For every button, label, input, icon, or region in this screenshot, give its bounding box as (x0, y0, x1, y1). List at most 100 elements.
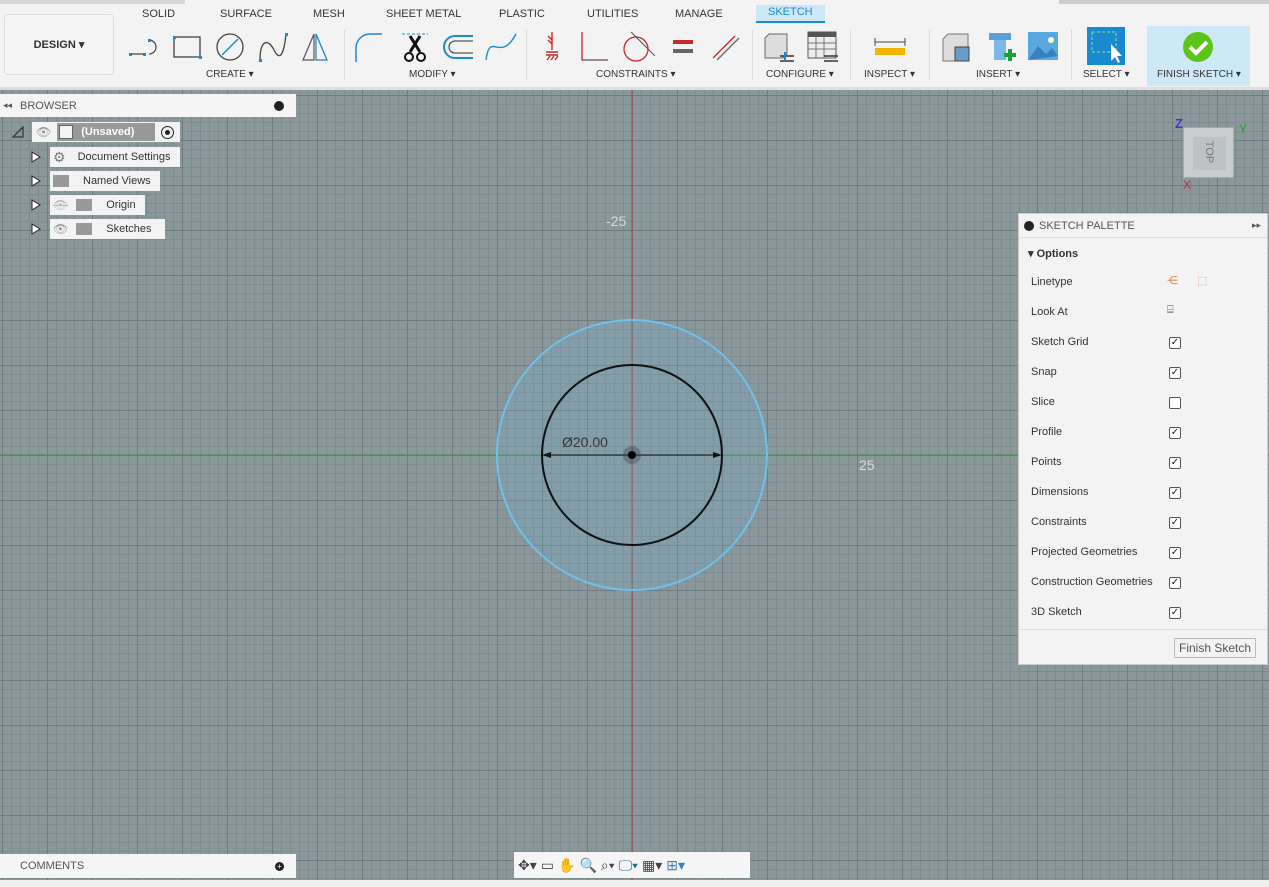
insert-mcmaster-icon[interactable] (984, 30, 1018, 64)
checkbox[interactable]: ✓ (1169, 607, 1181, 619)
mirror-icon[interactable] (299, 30, 333, 64)
perpendicular-icon[interactable] (578, 30, 612, 64)
minimize-icon[interactable] (1024, 220, 1034, 231)
checkbox[interactable]: ✓ (1169, 367, 1181, 379)
browser-item-sketches[interactable]: 👁 Sketches (50, 219, 165, 239)
tangent-icon[interactable] (621, 30, 655, 64)
browser-root-node[interactable]: 👁 (Unsaved) (32, 122, 180, 142)
title-strip-right (1059, 0, 1269, 4)
tab-surface[interactable]: SURFACE (220, 8, 272, 20)
axis-label-right: 25 (859, 457, 875, 473)
title-strip (0, 0, 185, 4)
diameter-dimension[interactable]: Ø20.00 (562, 434, 608, 450)
workspace-switcher[interactable]: DESIGN ▾ (4, 14, 114, 75)
expand-icon[interactable] (31, 223, 41, 235)
construction-linetype-icon[interactable]: ⋲ (1167, 274, 1178, 287)
constraints-menu[interactable]: CONSTRAINTS ▾ (596, 69, 675, 80)
tab-utilities[interactable]: UTILITIES (587, 8, 638, 20)
checkbox[interactable]: ✓ (1169, 427, 1181, 439)
center-point[interactable] (628, 451, 636, 459)
divider (1071, 30, 1072, 80)
fillet-icon[interactable] (352, 30, 386, 64)
palette-row-label: Dimensions (1031, 486, 1089, 498)
inspect-menu[interactable]: INSPECT ▾ (864, 69, 915, 80)
checkbox[interactable]: ✓ (1169, 577, 1181, 589)
expand-icon[interactable] (31, 151, 41, 163)
orbit-icon[interactable]: ✥▾ (518, 857, 537, 874)
change-parameters-icon[interactable] (762, 30, 796, 64)
look-at-icon[interactable]: ▭ (541, 857, 554, 874)
browser-header[interactable]: ◂◂ BROWSER (0, 94, 296, 117)
equal-icon[interactable] (666, 30, 700, 64)
select-menu[interactable]: SELECT ▾ (1083, 69, 1130, 80)
tab-plastic[interactable]: PLASTIC (499, 8, 545, 20)
create-menu[interactable]: CREATE ▾ (206, 69, 254, 80)
circle-icon[interactable] (213, 30, 247, 64)
eye-hidden-icon[interactable]: 👁 (53, 198, 68, 212)
finish-sketch-button[interactable]: FINISH SKETCH ▾ (1147, 26, 1250, 86)
tab-sheet-metal[interactable]: SHEET METAL (386, 8, 461, 20)
collapse-icon[interactable]: ◂◂ (3, 100, 12, 111)
expand-icon[interactable] (31, 199, 41, 211)
select-icon[interactable] (1087, 27, 1127, 65)
checkbox[interactable]: ✓ (1169, 337, 1181, 349)
viewports-icon[interactable]: ⊞▾ (666, 857, 685, 874)
checkbox[interactable]: ✓ (1169, 457, 1181, 469)
browser-item-named-views[interactable]: Named Views (50, 171, 160, 191)
look-at-icon[interactable]: ⌸ (1167, 304, 1174, 317)
activate-radio-icon[interactable] (161, 125, 175, 139)
spline-icon[interactable] (256, 30, 290, 64)
centerline-linetype-icon[interactable]: ⬚ (1197, 274, 1207, 287)
spline-edit-icon[interactable] (484, 30, 518, 64)
browser-item-document-settings[interactable]: ⚙ Document Settings (50, 147, 180, 167)
grid-settings-icon[interactable]: ▦▾ (642, 857, 662, 874)
offset-icon[interactable] (441, 30, 475, 64)
checkbox[interactable]: ✓ (1169, 547, 1181, 559)
eye-icon[interactable]: 👁 (53, 222, 68, 236)
palette-row-label: Snap (1031, 366, 1057, 378)
sketch-palette: SKETCH PALETTE ▸▸ ▾ Options Linetype ⋲ ⬚ Lo… (1018, 213, 1268, 665)
measure-icon[interactable] (873, 30, 907, 64)
finish-sketch-palette-button[interactable]: Finish Sketch (1174, 638, 1257, 658)
palette-row-label: Slice (1031, 396, 1055, 408)
insert-canvas-icon[interactable] (1026, 30, 1060, 64)
folder-icon (76, 199, 93, 211)
tab-manage[interactable]: MANAGE (675, 8, 723, 20)
configure-table-icon[interactable] (806, 30, 840, 64)
modify-menu[interactable]: MODIFY ▾ (409, 69, 456, 80)
eye-icon[interactable]: 👁 (36, 125, 51, 139)
checkbox[interactable]: ✓ (1169, 517, 1181, 529)
expand-icon[interactable] (31, 175, 41, 187)
comments-title: COMMENTS (20, 860, 85, 872)
insert-derive-icon[interactable] (940, 30, 974, 64)
pan-icon[interactable]: ✋ (558, 857, 575, 874)
tab-mesh[interactable]: MESH (313, 8, 345, 20)
document-name: (Unsaved) (81, 126, 135, 138)
options-section[interactable]: ▾ Options (1028, 247, 1078, 260)
toolbar: DESIGN ▾ SOLID SURFACE MESH SHEET METAL … (0, 0, 1269, 90)
slot-icon[interactable] (127, 30, 161, 64)
display-settings-icon[interactable]: 🖵▾ (619, 857, 638, 874)
browser-item-origin[interactable]: 👁 Origin (50, 195, 145, 215)
status-strip (0, 880, 1269, 887)
palette-row-label: Sketch Grid (1031, 336, 1089, 348)
fit-icon[interactable]: ⌕▾ (601, 857, 615, 874)
zoom-icon[interactable]: 🔍 (579, 857, 596, 874)
comments-panel[interactable]: COMMENTS + (0, 854, 296, 878)
collapse-root-icon[interactable] (12, 126, 24, 138)
item-label: Origin (106, 199, 136, 211)
add-comment-icon[interactable]: + (275, 861, 284, 871)
rectangle-icon[interactable] (170, 30, 204, 64)
viewcube[interactable]: TOP (1183, 127, 1234, 178)
trim-icon[interactable] (398, 30, 432, 64)
tab-solid[interactable]: SOLID (142, 8, 175, 20)
fix-constraint-icon[interactable] (535, 30, 569, 64)
tab-sketch[interactable]: SKETCH (756, 5, 825, 23)
checkbox[interactable] (1169, 397, 1181, 409)
insert-menu[interactable]: INSERT ▾ (976, 69, 1020, 80)
minimize-icon[interactable] (274, 100, 284, 111)
parallel-icon[interactable] (709, 30, 743, 64)
configure-menu[interactable]: CONFIGURE ▾ (766, 69, 834, 80)
expand-palette-icon[interactable]: ▸▸ (1252, 220, 1261, 231)
checkbox[interactable]: ✓ (1169, 487, 1181, 499)
